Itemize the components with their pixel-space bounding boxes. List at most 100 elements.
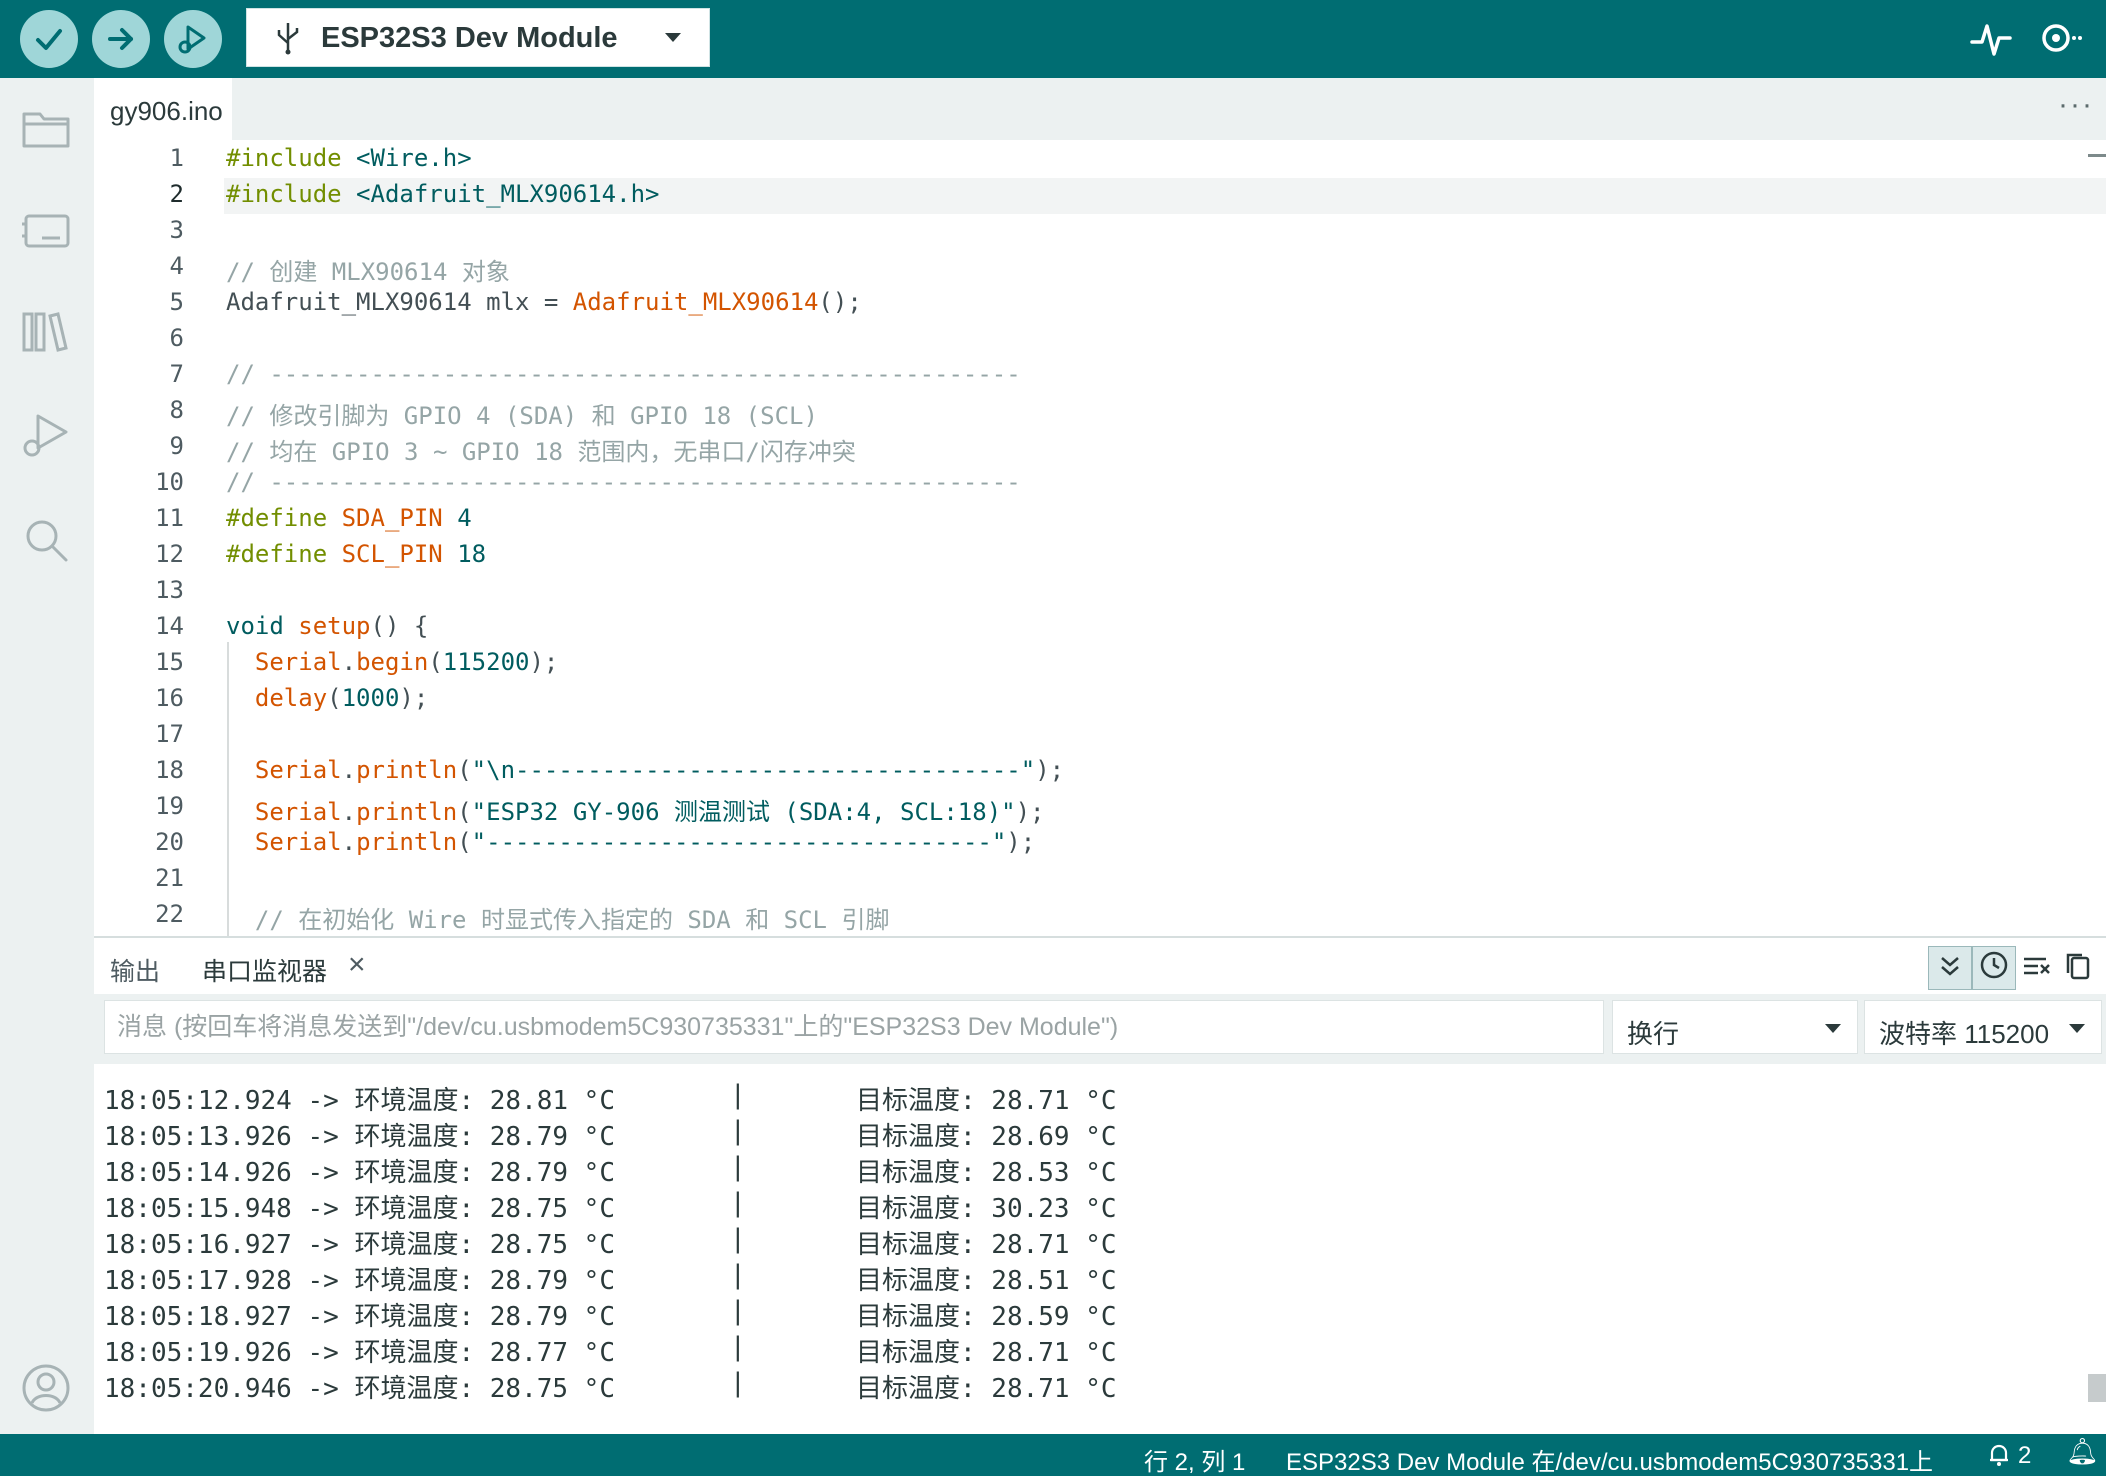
- code-token: delay: [254, 684, 328, 712]
- code-token: <Adafruit_MLX90614.h>: [341, 180, 660, 208]
- board-port-status[interactable]: ESP32S3 Dev Module 在/dev/cu.usbmodem5C93…: [1286, 1442, 1933, 1477]
- debug-button[interactable]: [164, 10, 222, 68]
- code-line: #define SCL_PIN 18: [226, 540, 486, 568]
- folder-icon[interactable]: [18, 100, 74, 156]
- line-number: 4: [169, 252, 184, 280]
- serial-line: 18:05:15.948 -> 环境温度: 28.75 °C | 目标温度: 30.…: [104, 1188, 1117, 1225]
- verify-button[interactable]: [20, 10, 78, 68]
- notification-count: 2: [2018, 1442, 2032, 1469]
- sidebar: [0, 78, 94, 1434]
- serial-line-object: 目标温度: 28.53 °C: [856, 1158, 1117, 1188]
- serial-line-separator: |: [730, 1260, 746, 1290]
- serial-line: 18:05:19.926 -> 环境温度: 28.77 °C | 目标温度: 28.…: [104, 1332, 1117, 1369]
- autoscroll-icon[interactable]: [1928, 946, 1972, 990]
- serial-monitor-icon[interactable]: [2036, 16, 2082, 62]
- timestamp-icon[interactable]: [1972, 946, 2016, 990]
- toolbar: ESP32S3 Dev Module: [0, 0, 2106, 78]
- bell-outline-icon[interactable]: 🔔︎: [2066, 1436, 2099, 1467]
- tab-output[interactable]: 输出: [110, 952, 160, 988]
- baud-rate-select[interactable]: 波特率 115200: [1864, 1000, 2102, 1054]
- code-token: setup: [298, 612, 371, 640]
- code-token: () {: [370, 612, 429, 640]
- serial-line-ambient: 18:05:19.926 -> 环境温度: 28.77 °C: [104, 1338, 615, 1368]
- baud-rate-value: 波特率 115200: [1879, 1019, 2050, 1049]
- serial-message-input[interactable]: [104, 1000, 1604, 1054]
- account-icon[interactable]: [18, 1360, 74, 1416]
- serial-line-object: 目标温度: 28.71 °C: [856, 1230, 1117, 1260]
- tab-serial-monitor[interactable]: 串口监视器: [202, 952, 327, 988]
- serial-line-separator: |: [730, 1368, 746, 1398]
- library-icon[interactable]: [18, 304, 74, 360]
- more-options-icon[interactable]: ···: [2058, 88, 2094, 122]
- code-token: Serial: [254, 828, 342, 856]
- serial-output[interactable]: 18:05:12.924 -> 环境温度: 28.81 °C | 目标温度: 28.…: [94, 1064, 2106, 1434]
- line-ending-select[interactable]: 换行: [1612, 1000, 1858, 1054]
- code-line: Adafruit_MLX90614 mlx = Adafruit_MLX9061…: [226, 288, 862, 316]
- line-number: 3: [169, 216, 184, 244]
- line-number: 1: [169, 144, 184, 172]
- serial-line-separator: |: [730, 1080, 746, 1110]
- code-token: "ESP32 GY-906 测温测试 (SDA:4, SCL:18)": [471, 798, 1016, 826]
- scrollbar-thumb[interactable]: [2088, 1374, 2106, 1402]
- boards-manager-icon[interactable]: [18, 202, 74, 258]
- code-token: Adafruit_MLX90614: [572, 288, 819, 316]
- code-line: // 创建 MLX90614 对象: [226, 258, 510, 286]
- panel-tab-bar: 输出 串口监视器 ×: [94, 938, 2106, 994]
- serial-line-separator: |: [730, 1332, 746, 1362]
- line-number: 20: [155, 828, 184, 856]
- serial-line-separator: |: [730, 1152, 746, 1182]
- code-token: println: [356, 828, 458, 856]
- line-ending-value: 换行: [1627, 1019, 1680, 1049]
- code-token: SCL_PIN: [341, 540, 443, 568]
- serial-line: 18:05:16.927 -> 环境温度: 28.75 °C | 目标温度: 28.…: [104, 1224, 1117, 1261]
- code-line: Serial.println("ESP32 GY-906 测温测试 (SDA:4…: [254, 798, 1045, 826]
- copy-icon[interactable]: [2058, 946, 2100, 988]
- line-number: 2: [169, 180, 184, 208]
- serial-line: 18:05:13.926 -> 环境温度: 28.79 °C | 目标温度: 28.…: [104, 1116, 1117, 1153]
- tab-label: gy906.ino: [110, 96, 223, 126]
- code-line: Serial.println("\n----------------------…: [254, 756, 1065, 784]
- tab-gy906-ino[interactable]: gy906.ino: [94, 78, 232, 142]
- chevron-down-icon: [2069, 1024, 2085, 1033]
- line-number: 7: [169, 360, 184, 388]
- code-token: 115200: [442, 648, 530, 676]
- code-editor[interactable]: 1 2 3 4 5 6 7 8 9 10 11 12 13 14 15 16 1…: [94, 140, 2106, 936]
- usb-icon: [277, 23, 299, 55]
- code-token: Serial: [254, 798, 342, 826]
- code-token: 1000: [341, 684, 400, 712]
- board-selector[interactable]: ESP32S3 Dev Module: [246, 8, 710, 67]
- line-number: 22: [155, 900, 184, 928]
- close-icon[interactable]: ×: [348, 948, 366, 982]
- debug-sidebar-icon[interactable]: [18, 408, 74, 464]
- line-number: 8: [169, 396, 184, 424]
- code-token: // 在初始化 Wire 时显式传入指定的 SDA 和 SCL 引脚: [254, 906, 890, 934]
- upload-button[interactable]: [92, 10, 150, 68]
- serial-line-object: 目标温度: 28.71 °C: [856, 1086, 1117, 1116]
- overview-ruler-mark: [2088, 154, 2106, 157]
- line-number: 21: [155, 864, 184, 892]
- serial-line: 18:05:18.927 -> 环境温度: 28.79 °C | 目标温度: 28.…: [104, 1296, 1117, 1333]
- serial-line-ambient: 18:05:20.946 -> 环境温度: 28.75 °C: [104, 1374, 615, 1404]
- line-number: 17: [155, 720, 184, 748]
- code-line: delay(1000);: [254, 684, 429, 712]
- bell-icon[interactable]: [1986, 1442, 2012, 1468]
- serial-line-object: 目标温度: 28.69 °C: [856, 1122, 1117, 1152]
- serial-line: 18:05:12.924 -> 环境温度: 28.81 °C | 目标温度: 28.…: [104, 1080, 1117, 1117]
- code-token: Adafruit_MLX90614 mlx =: [226, 288, 573, 316]
- code-token: SDA_PIN: [341, 504, 443, 532]
- chevron-down-icon: [1825, 1024, 1841, 1033]
- serial-line-ambient: 18:05:13.926 -> 环境温度: 28.79 °C: [104, 1122, 615, 1152]
- serial-plotter-icon[interactable]: [1968, 16, 2014, 62]
- serial-input-row: 换行 波特率 115200: [94, 994, 2106, 1064]
- status-bar: 行 2, 列 1 ESP32S3 Dev Module 在/dev/cu.usb…: [0, 1434, 2106, 1476]
- code-line: // 在初始化 Wire 时显式传入指定的 SDA 和 SCL 引脚: [226, 900, 890, 935]
- clear-output-icon[interactable]: [2016, 946, 2058, 988]
- line-number: 10: [155, 468, 184, 496]
- search-icon[interactable]: [18, 512, 74, 568]
- code-line: #include <Adafruit_MLX90614.h>: [226, 180, 659, 208]
- line-number: 5: [169, 288, 184, 316]
- chevron-down-icon: [665, 33, 681, 42]
- code-line: #define SDA_PIN 4: [226, 504, 472, 532]
- code-token: Serial: [254, 756, 342, 784]
- cursor-position[interactable]: 行 2, 列 1: [1144, 1442, 1245, 1477]
